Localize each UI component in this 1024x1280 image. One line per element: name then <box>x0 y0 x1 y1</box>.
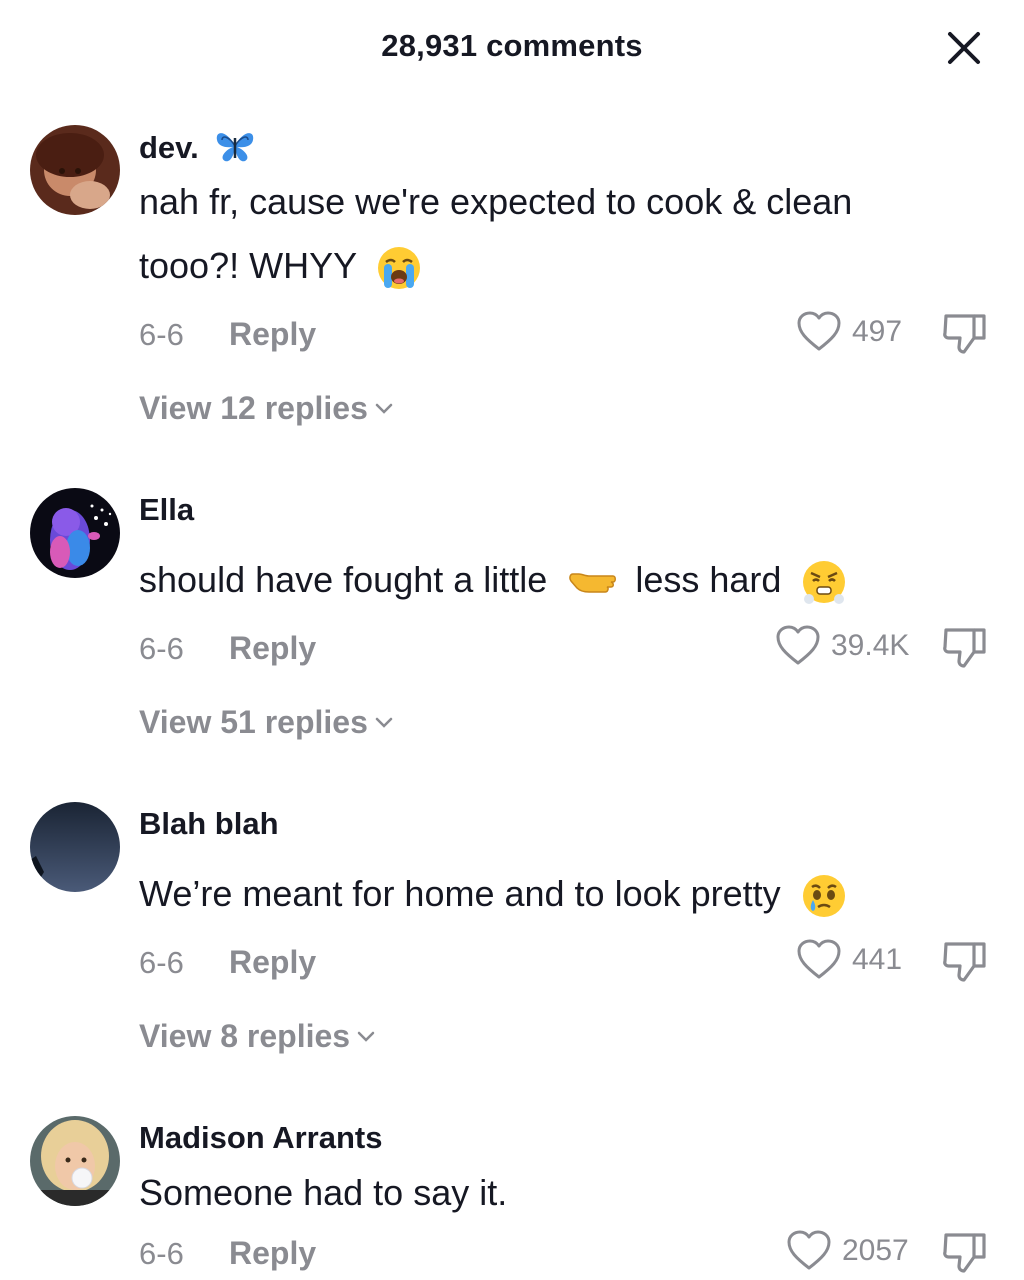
heart-icon <box>787 1230 831 1270</box>
view-replies-button[interactable]: View 51 replies <box>139 704 394 741</box>
comment-text: We’re meant for home and to look pretty <box>139 862 939 926</box>
view-replies-button[interactable]: View 8 replies <box>139 1018 376 1055</box>
username[interactable]: Madison Arrants <box>139 1120 382 1156</box>
reply-button[interactable]: Reply <box>229 944 316 981</box>
heart-icon <box>797 939 841 979</box>
comments-header: 28,931 comments <box>0 0 1024 96</box>
thumbs-down-icon <box>943 314 986 354</box>
reply-button[interactable]: Reply <box>229 1235 316 1272</box>
holding-back-tears-emoji-icon <box>802 875 845 918</box>
heart-icon <box>797 311 841 351</box>
close-button[interactable] <box>942 26 986 70</box>
avatar[interactable] <box>30 125 120 215</box>
like-count: 2057 <box>842 1234 909 1267</box>
like-button[interactable]: 39.4K <box>775 625 909 667</box>
comment-date: 6-6 <box>139 945 184 980</box>
thumbs-down-icon <box>943 942 986 982</box>
reply-button[interactable]: Reply <box>229 630 316 667</box>
dislike-button[interactable] <box>940 310 990 356</box>
chevron-down-icon <box>375 403 393 414</box>
crying-face-emoji-icon <box>378 247 421 290</box>
like-button[interactable]: 441 <box>796 939 902 981</box>
avatar[interactable] <box>30 488 120 578</box>
comment-text: nah fr, cause we're expected to cook & c… <box>139 170 939 298</box>
like-button[interactable]: 2057 <box>786 1230 909 1272</box>
like-count: 39.4K <box>831 629 910 662</box>
view-replies-button[interactable]: View 12 replies <box>139 390 394 427</box>
heart-icon <box>776 625 820 665</box>
butterfly-emoji-icon <box>217 133 254 162</box>
username[interactable]: Blah blah <box>139 806 279 842</box>
comment-date: 6-6 <box>139 1236 184 1271</box>
dislike-button[interactable] <box>940 624 990 670</box>
chevron-down-icon <box>375 717 393 728</box>
avatar[interactable] <box>30 802 120 892</box>
dislike-button[interactable] <box>940 1229 990 1275</box>
chevron-down-icon <box>357 1031 375 1042</box>
username[interactable]: dev. <box>139 128 257 166</box>
like-count: 497 <box>852 315 903 348</box>
comment-text: Someone had to say it. <box>139 1172 508 1213</box>
comment-date: 6-6 <box>139 631 184 666</box>
reply-button[interactable]: Reply <box>229 316 316 353</box>
thumbs-down-icon <box>943 628 986 668</box>
like-button[interactable]: 497 <box>796 311 902 353</box>
comments-count-title: 28,931 comments <box>381 28 643 63</box>
avatar[interactable] <box>30 1116 120 1206</box>
pointing-hand-emoji-icon <box>569 573 617 594</box>
like-count: 441 <box>852 943 903 976</box>
comment-text: should have fought a little less hard <box>139 548 939 612</box>
huffing-face-emoji-icon <box>803 561 846 605</box>
dislike-button[interactable] <box>940 938 990 984</box>
thumbs-down-icon <box>943 1233 986 1273</box>
username[interactable]: Ella <box>139 492 194 528</box>
comments-sheet: 28,931 comments dev. nah fr, cause we're… <box>0 0 1024 1280</box>
close-icon <box>948 32 980 64</box>
comment-date: 6-6 <box>139 317 184 352</box>
